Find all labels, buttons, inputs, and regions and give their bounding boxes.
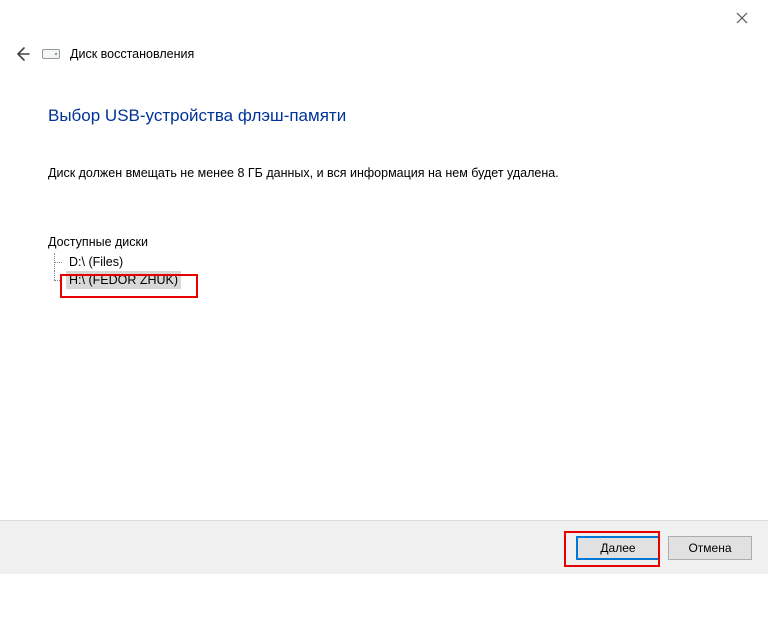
wizard-footer: Далее Отмена <box>0 520 768 574</box>
available-drives-label: Доступные диски <box>48 235 181 249</box>
close-button[interactable] <box>728 8 756 28</box>
drive-item[interactable]: H:\ (FEDOR ZHUK) <box>48 271 181 289</box>
page-title: Выбор USB-устройства флэш-памяти <box>48 106 346 126</box>
drive-item[interactable]: D:\ (Files) <box>48 253 181 271</box>
tree-connector-icon <box>48 253 66 271</box>
wizard-title: Диск восстановления <box>70 47 194 61</box>
cancel-button[interactable]: Отмена <box>668 536 752 560</box>
available-drives-section: Доступные диски D:\ (Files) H:\ (FEDOR Z… <box>48 235 181 289</box>
tree-connector-icon <box>48 271 66 289</box>
back-arrow-icon <box>14 46 30 62</box>
wizard-header: Диск восстановления <box>12 44 194 64</box>
drive-label: H:\ (FEDOR ZHUK) <box>66 271 181 289</box>
next-button[interactable]: Далее <box>576 536 660 560</box>
drive-icon <box>42 47 60 61</box>
drive-label: D:\ (Files) <box>66 253 126 271</box>
instruction-text: Диск должен вмещать не менее 8 ГБ данных… <box>48 166 559 180</box>
back-button[interactable] <box>12 44 32 64</box>
close-icon <box>736 12 748 24</box>
